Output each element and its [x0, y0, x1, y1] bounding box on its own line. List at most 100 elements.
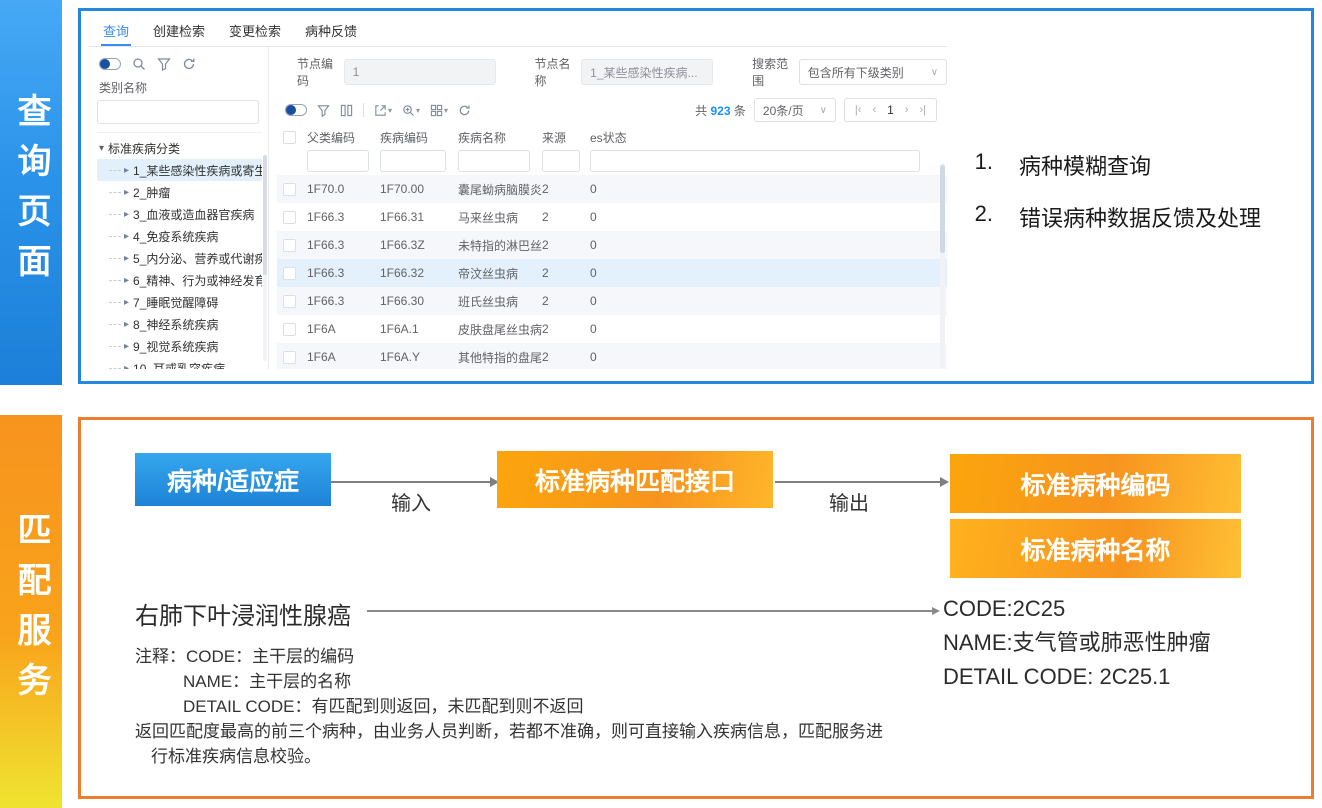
tree-item-4[interactable]: ▸ 4_免疫系统疾病: [97, 225, 262, 247]
first-page-button[interactable]: |‹: [855, 104, 862, 116]
tree-expanded-icon[interactable]: ▾: [99, 143, 104, 154]
disease-category-tree: ▾ 标准疾病分类 ▸ 1_某些感染性疾病或寄生 ▸2_肿瘤 ▸3_血液或造血器官疾…: [97, 132, 262, 369]
tab-query[interactable]: 查询: [101, 19, 131, 46]
refresh-icon[interactable]: [458, 104, 471, 117]
tab-disease-feedback[interactable]: 病种反馈: [303, 19, 359, 46]
cell-disease-code: 1F6A.1: [380, 322, 458, 336]
cell-disease-code: 1F66.3Z: [380, 238, 458, 252]
tree-collapsed-icon[interactable]: ▸: [124, 297, 129, 308]
column-header[interactable]: 疾病名称: [458, 129, 542, 146]
row-checkbox[interactable]: [283, 351, 296, 364]
table-row-selected[interactable]: 1F66.3 1F66.32 帝汶丝虫病 2 0: [277, 259, 947, 287]
node-name-label: 节点名称: [535, 55, 576, 89]
column-header[interactable]: 来源: [542, 129, 590, 146]
export-icon[interactable]: ▾: [374, 104, 392, 117]
column-header[interactable]: 父类编码: [307, 129, 380, 146]
caret-down-icon[interactable]: ▾: [444, 106, 448, 115]
tree-item-5[interactable]: ▸5_内分泌、营养或代谢疾: [97, 247, 262, 269]
query-section-side-label: 查询页面: [14, 93, 48, 293]
sidebar-toggle-switch[interactable]: [99, 58, 121, 70]
annotation-line: 行标准疾病信息校验。: [135, 744, 883, 769]
row-checkbox[interactable]: [283, 323, 296, 336]
search-icon[interactable]: [132, 57, 146, 71]
caret-down-icon[interactable]: ▾: [416, 106, 420, 115]
node-code-label: 节点编码: [297, 55, 338, 89]
table-toggle-switch[interactable]: [285, 104, 307, 116]
cell-parent-code: 1F66.3: [307, 294, 380, 308]
filter-input-disease-name[interactable]: [458, 150, 530, 172]
table-row[interactable]: 1F6A 1F6A.1 皮肤盘尾丝虫病 2 0: [277, 315, 947, 343]
tree-collapsed-icon[interactable]: ▸: [124, 165, 129, 176]
page-size-select[interactable]: 20条/页 ∨: [754, 98, 836, 122]
row-checkbox[interactable]: [283, 267, 296, 280]
zoom-search-icon[interactable]: ▾: [402, 104, 420, 117]
prev-page-button[interactable]: ‹: [872, 104, 876, 116]
column-header[interactable]: 疾病编码: [380, 129, 458, 146]
tab-change-search[interactable]: 变更检索: [227, 19, 283, 46]
tree-collapsed-icon[interactable]: ▸: [124, 187, 129, 198]
cell-es-status: 0: [590, 294, 947, 308]
tree-root[interactable]: ▾ 标准疾病分类: [97, 137, 262, 159]
list-text: 病种模糊查询: [1019, 149, 1151, 181]
example-arrow: [367, 610, 933, 612]
filter-input-source[interactable]: [542, 150, 580, 172]
table-row[interactable]: 1F66.3 1F66.30 班氏丝虫病 2 0: [277, 287, 947, 315]
node-code-input[interactable]: [344, 59, 496, 85]
last-page-button[interactable]: ›|: [919, 104, 926, 116]
tree-item-9[interactable]: ▸9_视觉系统疾病: [97, 335, 262, 357]
result-detail-code-line: DETAIL CODE: 2C25.1: [943, 660, 1211, 694]
cell-disease-name: 帝汶丝虫病: [458, 265, 542, 282]
tree-collapsed-icon[interactable]: ▸: [124, 363, 129, 370]
tree-collapsed-icon[interactable]: ▸: [124, 209, 129, 220]
row-checkbox[interactable]: [283, 239, 296, 252]
table-scrollbar[interactable]: [940, 163, 945, 369]
annotation-line: 返回匹配度最高的前三个病种，由业务人员判断，若都不准确，则可直接输入疾病信息，匹…: [135, 719, 883, 744]
columns-icon[interactable]: [340, 104, 353, 117]
row-checkbox[interactable]: [283, 183, 296, 196]
tree-collapsed-icon[interactable]: ▸: [124, 253, 129, 264]
cell-source: 2: [542, 322, 590, 336]
cell-disease-name: 其他特指的盘尾丝...: [458, 349, 542, 366]
refresh-icon[interactable]: [182, 57, 196, 71]
tree-collapsed-icon[interactable]: ▸: [124, 319, 129, 330]
tree-item-10[interactable]: ▸10_耳或乳突疾病: [97, 357, 262, 369]
table-row[interactable]: 1F70.0 1F70.00 囊尾蚴病脑膜炎 2 0: [277, 175, 947, 203]
table-row[interactable]: 1F6A 1F6A.Y 其他特指的盘尾丝... 2 0: [277, 343, 947, 369]
caret-down-icon[interactable]: ▾: [388, 106, 392, 115]
flow-output-code-box: 标准病种编码: [950, 454, 1241, 513]
sidebar-scrollbar[interactable]: [263, 155, 267, 361]
filter-icon[interactable]: [317, 104, 330, 117]
table-row[interactable]: 1F66.3 1F66.31 马来丝虫病 2 0: [277, 203, 947, 231]
tree-item-label: 4_免疫系统疾病: [133, 228, 218, 245]
search-scope-select[interactable]: 包含所有下级类别 ∨: [799, 59, 947, 85]
table-row[interactable]: 1F66.3 1F66.3Z 未特指的淋巴丝虫病 2 0: [277, 231, 947, 259]
filter-input-disease-code[interactable]: [380, 150, 446, 172]
tree-collapsed-icon[interactable]: ▸: [124, 231, 129, 242]
tree-item-label: 1_某些感染性疾病或寄生: [133, 162, 262, 179]
select-all-checkbox[interactable]: [283, 131, 296, 144]
tree-item-6[interactable]: ▸6_精神、行为或神经发育: [97, 269, 262, 291]
list-item: 1. 病种模糊查询: [967, 149, 1261, 181]
tree-item-1[interactable]: ▸ 1_某些感染性疾病或寄生: [97, 159, 262, 181]
row-checkbox[interactable]: [283, 211, 296, 224]
row-checkbox[interactable]: [283, 295, 296, 308]
column-header[interactable]: es状态: [590, 129, 947, 146]
tree-item-7[interactable]: ▸7_睡眠觉醒障碍: [97, 291, 262, 313]
tree-item-3[interactable]: ▸3_血液或造血器官疾病: [97, 203, 262, 225]
tab-create-search[interactable]: 创建检索: [151, 19, 207, 46]
filter-input-es-status[interactable]: [590, 150, 920, 172]
grid-settings-icon[interactable]: ▾: [430, 104, 448, 117]
total-count-text: 共 923 条: [695, 102, 746, 119]
query-app-screenshot: 查询 创建检索 变更检索 病种反馈: [89, 19, 947, 369]
filter-input-parent-code[interactable]: [307, 150, 369, 172]
next-page-button[interactable]: ›: [905, 104, 909, 116]
node-name-input[interactable]: [581, 59, 713, 85]
tree-item-2[interactable]: ▸2_肿瘤: [97, 181, 262, 203]
tree-item-8[interactable]: ▸8_神经系统疾病: [97, 313, 262, 335]
tree-collapsed-icon[interactable]: ▸: [124, 275, 129, 286]
result-name-line: NAME:支气管或肺恶性肿瘤: [943, 626, 1211, 660]
cell-es-status: 0: [590, 350, 947, 364]
category-name-input[interactable]: [97, 100, 259, 124]
tree-collapsed-icon[interactable]: ▸: [124, 341, 129, 352]
filter-icon[interactable]: [157, 57, 171, 71]
